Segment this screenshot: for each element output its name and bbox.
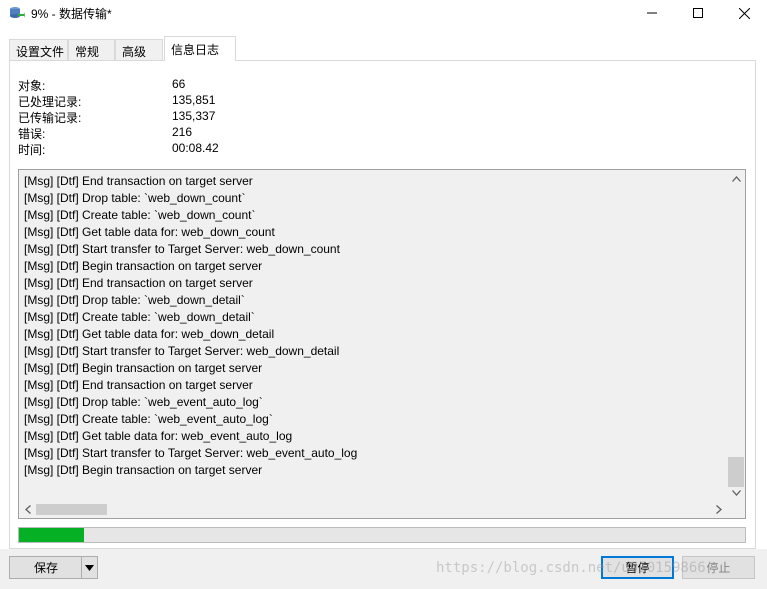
minimize-button[interactable]: [629, 0, 675, 26]
errors-value: 216: [172, 125, 193, 139]
log-line: [Msg] [Dtf] Create table: `web_down_coun…: [24, 208, 256, 222]
close-icon: [738, 7, 750, 19]
database-transfer-icon: [10, 7, 25, 18]
progress-fill: [19, 528, 85, 542]
transferred-records-label: 已传输记录:: [18, 111, 82, 125]
log-line: [Msg] [Dtf] Get table data for: web_down…: [24, 327, 275, 341]
processed-records-label: 已处理记录:: [18, 95, 82, 109]
log-line: [Msg] [Dtf] Get table data for: web_even…: [24, 429, 293, 443]
chevron-down-icon: [731, 489, 741, 496]
time-label: 时间:: [18, 143, 46, 157]
log-line: [Msg] [Dtf] Begin transaction on target …: [24, 361, 263, 375]
log-line: [Msg] [Dtf] Drop table: `web_event_auto_…: [24, 395, 263, 409]
horizontal-scrollbar[interactable]: [19, 501, 727, 518]
progress-bar: [18, 527, 746, 543]
log-line: [Msg] [Dtf] Create table: `web_event_aut…: [24, 412, 273, 426]
log-line: [Msg] [Dtf] Drop table: `web_down_count`: [24, 191, 246, 205]
log-line: [Msg] [Dtf] Get table data for: web_down…: [24, 225, 275, 239]
message-log[interactable]: [Msg] [Dtf] End transaction on target se…: [18, 169, 746, 519]
log-lines: [Msg] [Dtf] End transaction on target se…: [24, 173, 724, 479]
log-line: [Msg] [Dtf] End transaction on target se…: [24, 378, 253, 392]
save-button[interactable]: 保存: [9, 556, 83, 579]
tab-advanced[interactable]: 高级: [115, 39, 163, 60]
tab-general[interactable]: 常规: [68, 39, 115, 60]
log-line: [Msg] [Dtf] Create table: `web_down_deta…: [24, 310, 255, 324]
tab-settings-file[interactable]: 设置文件: [9, 39, 68, 60]
vertical-scroll-thumb[interactable]: [728, 457, 744, 487]
time-value: 00:08.42: [172, 141, 219, 155]
scrollbar-corner: [727, 501, 745, 518]
minimize-icon: [647, 12, 657, 14]
log-line: [Msg] [Dtf] Start transfer to Target Ser…: [24, 446, 358, 460]
tab-info-log[interactable]: 信息日志: [164, 36, 236, 61]
scroll-down-button[interactable]: [727, 484, 745, 501]
title-bar: 9% - 数据传输*: [0, 0, 767, 26]
transferred-records-value: 135,337: [172, 109, 216, 123]
objects-value: 66: [172, 77, 186, 91]
chevron-left-icon: [24, 505, 31, 514]
log-line: [Msg] [Dtf] Begin transaction on target …: [24, 463, 263, 477]
log-line: [Msg] [Dtf] Start transfer to Target Ser…: [24, 344, 340, 358]
dropdown-arrow-icon: [85, 564, 94, 571]
chevron-right-icon: [715, 505, 722, 514]
maximize-button[interactable]: [675, 0, 721, 26]
objects-label: 对象:: [18, 79, 46, 93]
log-line: [Msg] [Dtf] End transaction on target se…: [24, 174, 253, 188]
errors-label: 错误:: [18, 127, 46, 141]
log-line: [Msg] [Dtf] End transaction on target se…: [24, 276, 253, 290]
log-line: [Msg] [Dtf] Begin transaction on target …: [24, 259, 263, 273]
vertical-scrollbar[interactable]: [727, 170, 745, 501]
chevron-up-icon: [731, 175, 741, 182]
log-line: [Msg] [Dtf] Start transfer to Target Ser…: [24, 242, 340, 256]
processed-records-value: 135,851: [172, 93, 216, 107]
scroll-right-button[interactable]: [710, 501, 727, 518]
pause-button[interactable]: 暂停: [601, 556, 674, 579]
window-title: 9% - 数据传输*: [31, 7, 112, 21]
close-button[interactable]: [721, 0, 767, 26]
scroll-up-button[interactable]: [727, 170, 745, 187]
maximize-icon: [693, 8, 703, 18]
log-line: [Msg] [Dtf] Drop table: `web_down_detail…: [24, 293, 245, 307]
horizontal-scroll-thumb[interactable]: [36, 504, 107, 515]
scroll-left-button[interactable]: [19, 501, 36, 518]
save-dropdown-button[interactable]: [81, 556, 98, 579]
stop-button[interactable]: 停止: [682, 556, 755, 579]
